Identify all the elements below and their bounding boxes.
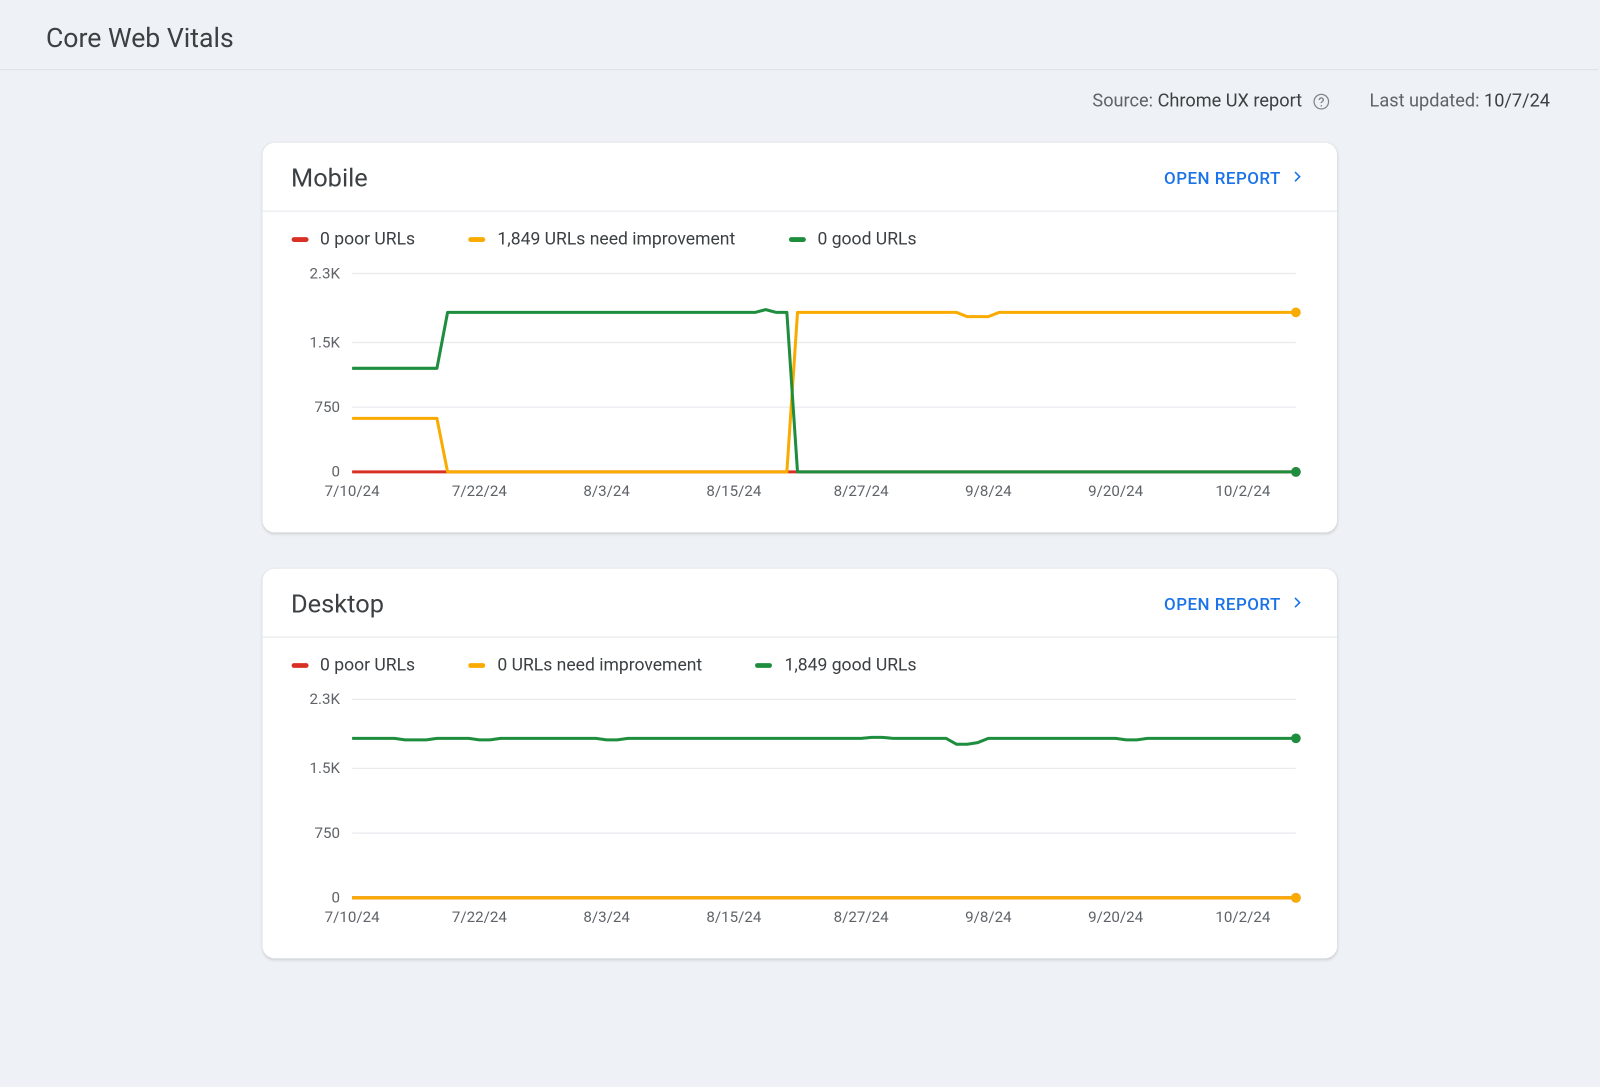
open-report-mobile[interactable]: OPEN REPORT xyxy=(1164,167,1307,191)
source-label: Source: xyxy=(1092,90,1153,112)
legend-good: 0 good URLs xyxy=(788,229,916,250)
x-tick-label: 8/15/24 xyxy=(706,482,761,500)
legend-needs: 0 URLs need improvement xyxy=(468,655,702,676)
legend-poor: 0 poor URLs xyxy=(291,655,415,676)
legend-desktop: 0 poor URLs 0 URLs need improvement 1,84… xyxy=(262,638,1336,685)
page-title: Core Web Vitals xyxy=(46,24,1552,54)
last-updated-value: 10/7/24 xyxy=(1484,90,1550,112)
legend-needs-label: 1,849 URLs need improvement xyxy=(497,229,735,250)
y-tick-label: 2.3K xyxy=(309,690,340,708)
series-good xyxy=(352,737,1296,744)
series-end-dot-needs_improvement xyxy=(1290,893,1300,903)
legend-mobile: 0 poor URLs 1,849 URLs need improvement … xyxy=(262,212,1336,259)
y-tick-label: 0 xyxy=(331,463,339,481)
help-icon[interactable] xyxy=(1311,92,1330,111)
legend-swatch-good xyxy=(788,237,805,242)
legend-good-label: 0 good URLs xyxy=(817,229,916,250)
legend-poor-label: 0 poor URLs xyxy=(320,655,415,676)
source-value: Chrome UX report xyxy=(1158,90,1303,112)
series-good xyxy=(352,310,1296,472)
series-needs_improvement xyxy=(352,312,1296,471)
legend-swatch-needs xyxy=(468,663,485,668)
y-tick-label: 750 xyxy=(314,824,339,842)
x-tick-label: 8/15/24 xyxy=(706,908,761,926)
open-report-label: OPEN REPORT xyxy=(1164,595,1281,614)
meta-row: Source: Chrome UX report Last updated: 1… xyxy=(0,70,1598,121)
x-tick-label: 8/27/24 xyxy=(833,908,888,926)
source-block: Source: Chrome UX report xyxy=(1092,90,1330,112)
x-tick-label: 9/8/24 xyxy=(965,908,1012,926)
y-tick-label: 1.5K xyxy=(309,759,340,777)
y-tick-label: 0 xyxy=(331,889,339,907)
chevron-right-icon xyxy=(1288,593,1307,617)
y-tick-label: 750 xyxy=(314,398,339,416)
chart-mobile: 2.3K 1.5K 750 07/10/24 7/22/24 8/3/24 8/15/24 8… xyxy=(291,264,1307,506)
last-updated-block: Last updated: 10/7/24 xyxy=(1370,90,1550,112)
y-tick-label: 2.3K xyxy=(309,264,340,282)
legend-good-label: 1,849 good URLs xyxy=(784,655,916,676)
legend-swatch-poor xyxy=(291,663,308,668)
page-header: Core Web Vitals xyxy=(0,0,1598,70)
x-tick-label: 10/2/24 xyxy=(1215,908,1270,926)
x-tick-label: 8/3/24 xyxy=(583,908,630,926)
x-tick-label: 8/27/24 xyxy=(833,482,888,500)
x-tick-label: 9/20/24 xyxy=(1088,482,1143,500)
legend-swatch-needs xyxy=(468,237,485,242)
series-end-dot-good xyxy=(1290,467,1300,477)
series-end-dot-needs_improvement xyxy=(1290,308,1300,318)
x-tick-label: 8/3/24 xyxy=(583,482,630,500)
legend-needs: 1,849 URLs need improvement xyxy=(468,229,735,250)
legend-poor: 0 poor URLs xyxy=(291,229,415,250)
x-tick-label: 9/20/24 xyxy=(1088,908,1143,926)
x-tick-label: 7/22/24 xyxy=(451,908,506,926)
x-tick-label: 7/10/24 xyxy=(324,908,379,926)
card-title-mobile: Mobile xyxy=(291,165,368,194)
x-tick-label: 7/10/24 xyxy=(324,482,379,500)
open-report-label: OPEN REPORT xyxy=(1164,169,1281,188)
chart-desktop: 2.3K 1.5K 750 07/10/24 7/22/24 8/3/24 8/15/24 8… xyxy=(291,690,1307,932)
card-desktop: Desktop OPEN REPORT 0 poor URLs 0 URLs n… xyxy=(262,569,1336,959)
legend-needs-label: 0 URLs need improvement xyxy=(497,655,702,676)
card-mobile: Mobile OPEN REPORT 0 poor URLs 1,849 URL… xyxy=(262,143,1336,533)
legend-good: 1,849 good URLs xyxy=(755,655,916,676)
open-report-desktop[interactable]: OPEN REPORT xyxy=(1164,593,1307,617)
legend-swatch-poor xyxy=(291,237,308,242)
legend-swatch-good xyxy=(755,663,772,668)
chevron-right-icon xyxy=(1288,167,1307,191)
y-tick-label: 1.5K xyxy=(309,333,340,351)
series-end-dot-good xyxy=(1290,733,1300,743)
card-title-desktop: Desktop xyxy=(291,591,384,620)
x-tick-label: 10/2/24 xyxy=(1215,482,1270,500)
x-tick-label: 9/8/24 xyxy=(965,482,1012,500)
last-updated-label: Last updated: xyxy=(1370,90,1480,112)
x-tick-label: 7/22/24 xyxy=(451,482,506,500)
legend-poor-label: 0 poor URLs xyxy=(320,229,415,250)
